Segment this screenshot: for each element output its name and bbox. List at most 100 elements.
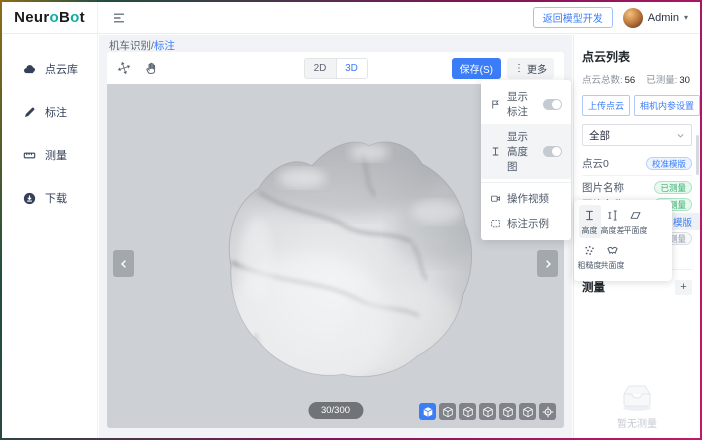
toggle-show-heightmap[interactable] (543, 146, 562, 157)
stat-measured: 已测量:30 (646, 72, 690, 86)
more-dots-icon: ⋮ (514, 63, 524, 74)
menu-fold-icon[interactable] (112, 11, 126, 25)
menu-item-show-heightmap[interactable]: 显示高度图 (481, 124, 571, 179)
download-icon (23, 192, 36, 205)
logo: NeuroBot (2, 2, 98, 33)
sidebar-item-label: 下载 (45, 190, 67, 206)
sidebar-item-label: 标注 (45, 104, 67, 120)
view-mode-segmented: 2D 3D (304, 58, 368, 79)
i-beam-icon (490, 146, 501, 157)
tool-roughness[interactable]: 粗糙度 (579, 240, 601, 273)
breadcrumb-parent[interactable]: 机车识别 (109, 40, 151, 52)
view-right-button[interactable] (499, 403, 516, 420)
empty-state: 暂无测量 (574, 380, 700, 430)
list-scrollbar[interactable] (696, 135, 699, 175)
prev-arrow-button[interactable] (113, 250, 134, 277)
user-menu[interactable]: Admin ▾ (623, 8, 688, 28)
breadcrumb-current: 标注 (154, 40, 175, 52)
i-beam-icon (583, 209, 596, 222)
reset-view-button[interactable] (539, 403, 556, 420)
cube-wire-icon (442, 406, 454, 418)
view-buttons (419, 403, 556, 420)
panel-stats: 点云总数:56 已测量:30 (582, 72, 692, 86)
cube-solid-icon (422, 406, 434, 418)
avatar (623, 8, 643, 28)
back-to-model-dev-button[interactable]: 返回模型开发 (533, 7, 613, 28)
double-beam-icon (606, 209, 619, 222)
sidebar-item-download[interactable]: 下载 (2, 190, 97, 206)
toolbar-right: 保存(S) ⋮ 更多 (452, 58, 554, 79)
save-button[interactable]: 保存(S) (452, 58, 501, 79)
panel-buttons: 上传点云 相机内参设置 (582, 95, 692, 116)
view-perspective-button[interactable] (419, 403, 436, 420)
user-name: Admin (648, 12, 679, 24)
breadcrumb: 机车识别/标注 (99, 35, 572, 53)
camera-intrinsics-button[interactable]: 相机内参设置 (634, 95, 700, 116)
parallelogram-icon (629, 209, 642, 222)
chevron-left-icon (118, 258, 130, 270)
frame-pager: 30/300 (308, 402, 363, 419)
pen-icon (23, 106, 36, 119)
view-left-button[interactable] (479, 403, 496, 420)
view-top-button[interactable] (519, 403, 536, 420)
dashed-frame-icon (490, 218, 501, 229)
logo-text: NeuroBot (14, 9, 85, 26)
flag-icon (490, 99, 501, 110)
list-divider (582, 175, 692, 176)
cube-wire-icon (502, 406, 514, 418)
cube-wire-icon (482, 406, 494, 418)
empty-box-icon (614, 380, 660, 412)
cube-wire-icon (462, 406, 474, 418)
view-back-button[interactable] (459, 403, 476, 420)
book-icon (606, 244, 619, 257)
sidebar-item-label: 点云库 (45, 61, 78, 77)
sidebar-item-pointcloud-library[interactable]: 点云库 (2, 61, 97, 77)
more-button[interactable]: ⋮ 更多 (507, 58, 554, 79)
chevron-down-icon: ▾ (684, 13, 688, 22)
filter-value: 全部 (589, 128, 610, 143)
cloud-icon (23, 63, 36, 76)
sidebar-item-label: 测量 (45, 147, 67, 163)
cube-wire-icon (522, 406, 534, 418)
measured-tag: 已测量 (654, 181, 692, 194)
app-window: NeuroBot 返回模型开发 Admin ▾ 点云库 标注 测量 (2, 2, 700, 438)
menu-item-tutorial-video[interactable]: 操作视频 (481, 186, 571, 211)
chevron-right-icon (542, 258, 554, 270)
tool-coplanarity[interactable]: 共面度 (602, 240, 624, 273)
tool-height-diff[interactable]: 高度差 (602, 205, 624, 238)
filter-select[interactable]: 全部 (582, 124, 692, 146)
toolbar-left (117, 61, 158, 75)
menu-divider (481, 182, 571, 183)
rotate-3d-icon[interactable] (117, 61, 131, 75)
list-item-template[interactable]: 点云0 校准模版 (582, 155, 692, 172)
sidebar-item-measure[interactable]: 测量 (2, 147, 97, 163)
tool-height[interactable]: 高度 (579, 205, 601, 238)
tab-2d[interactable]: 2D (305, 59, 336, 78)
empty-text: 暂无测量 (617, 415, 657, 430)
screenshot-frame: NeuroBot 返回模型开发 Admin ▾ 点云库 标注 测量 (0, 0, 702, 440)
view-front-button[interactable] (439, 403, 456, 420)
next-arrow-button[interactable] (537, 250, 558, 277)
upload-pointcloud-button[interactable]: 上传点云 (582, 95, 630, 116)
calibration-template-tag: 校准模版 (646, 157, 692, 170)
add-measure-button[interactable]: + (675, 280, 692, 295)
sidebar: 点云库 标注 测量 下载 (2, 35, 98, 438)
header-right: 返回模型开发 Admin ▾ (533, 7, 700, 28)
crosshair-icon (542, 406, 554, 418)
list-item[interactable]: 图片名称 已测量 (582, 179, 692, 196)
more-dropdown-menu: 显示标注 显示高度图 操作视频 标注示例 (481, 80, 571, 240)
hand-pan-icon[interactable] (144, 61, 158, 75)
menu-item-show-annotations[interactable]: 显示标注 (481, 84, 571, 124)
app-header: NeuroBot 返回模型开发 Admin ▾ (2, 2, 700, 34)
ruler-icon (23, 149, 36, 162)
video-icon (490, 193, 501, 204)
tab-3d[interactable]: 3D (336, 59, 367, 78)
dots-icon (583, 244, 596, 257)
menu-item-annotation-example[interactable]: 标注示例 (481, 211, 571, 236)
toggle-show-annotations[interactable] (543, 99, 562, 110)
stat-total: 点云总数:56 (582, 72, 635, 86)
chevron-down-icon (676, 131, 685, 140)
tool-flatness[interactable]: 平面度 (625, 205, 647, 238)
sidebar-item-annotate[interactable]: 标注 (2, 104, 97, 120)
panel-title: 点云列表 (582, 48, 692, 65)
